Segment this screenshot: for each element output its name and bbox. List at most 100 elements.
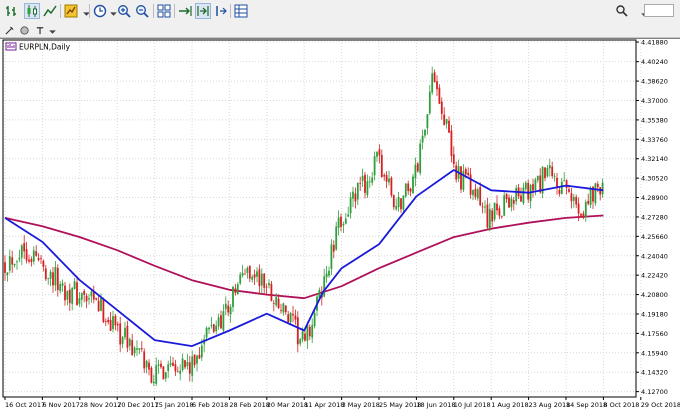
search-input[interactable]	[644, 4, 674, 17]
candle	[239, 271, 242, 286]
candle	[354, 187, 357, 209]
candle-body	[412, 176, 414, 193]
candle-body	[172, 362, 174, 366]
candle-body	[428, 91, 431, 114]
candle	[409, 187, 412, 197]
candle-body	[296, 317, 299, 345]
candle-body	[174, 364, 177, 372]
plot-border	[2, 39, 637, 398]
candle-body	[505, 193, 508, 200]
zoom-in-icon[interactable]	[116, 3, 132, 19]
candle-body	[400, 198, 402, 210]
candle-body	[510, 198, 513, 208]
candle-body	[222, 311, 225, 331]
candle	[42, 259, 45, 272]
candle-body	[476, 189, 479, 199]
price-chart[interactable]: 4.41880 4.40240 4.38620 4.37000 4.35380 4.337…	[0, 39, 680, 413]
y-tick-label: 4.30520	[641, 175, 668, 183]
candle-body	[344, 218, 347, 224]
candle	[443, 107, 446, 126]
candle	[359, 176, 362, 191]
y-tick-label: 4.27280	[641, 213, 668, 221]
candle-body	[4, 262, 6, 273]
candle-body	[114, 315, 117, 326]
candle	[323, 268, 326, 298]
candle-body	[301, 331, 304, 340]
x-tick-label: 28 Feb 2018	[229, 401, 269, 409]
tile-windows-icon[interactable]	[156, 3, 172, 19]
candle-body	[438, 87, 441, 104]
circle-tool-icon[interactable]	[18, 24, 30, 36]
candle-body	[217, 317, 220, 327]
candle	[179, 364, 182, 381]
candle	[385, 171, 388, 189]
candle	[11, 250, 14, 273]
candle	[28, 254, 30, 264]
candle	[448, 116, 450, 133]
candle-body	[220, 315, 222, 329]
templates-icon[interactable]	[233, 3, 249, 19]
candle-body	[11, 257, 14, 265]
candle-body	[284, 305, 287, 313]
candle	[328, 266, 330, 278]
candle	[330, 239, 333, 275]
chart-window[interactable]: 4.41880 4.40240 4.38620 4.37000 4.35380 4.337…	[0, 38, 680, 413]
candle-body	[68, 289, 71, 304]
x-tick-label: 28 Nov 2017	[80, 401, 122, 409]
candle	[248, 265, 251, 282]
candle	[572, 193, 575, 208]
candle-body	[498, 208, 501, 216]
tools-dropdown-icon[interactable]	[46, 25, 58, 37]
candle-body	[433, 72, 436, 83]
candle	[488, 203, 491, 232]
candle-body	[397, 196, 400, 208]
candle	[529, 183, 532, 209]
candle	[356, 182, 359, 206]
candle	[184, 359, 186, 370]
candle	[553, 173, 556, 182]
candle-body	[272, 303, 275, 304]
chart-shift-icon[interactable]	[195, 3, 211, 19]
candle-body	[210, 325, 213, 326]
candle	[8, 249, 11, 274]
x-tick-label: 20 Mar 2018	[267, 401, 308, 409]
candle-body	[378, 149, 381, 156]
candle	[6, 272, 9, 282]
zoom-out-icon[interactable]	[134, 3, 150, 19]
chevron-down-icon[interactable]	[80, 7, 92, 19]
candle	[49, 269, 52, 287]
candle-body	[416, 163, 419, 172]
text-tool-icon[interactable]	[34, 24, 46, 36]
candle-body	[546, 168, 549, 177]
candlestick-chart-icon[interactable]	[24, 3, 40, 19]
candle	[121, 335, 124, 349]
crosshair-tool-icon[interactable]	[3, 24, 15, 36]
bar-chart-icon[interactable]	[4, 3, 20, 19]
candle	[512, 196, 515, 211]
candle-body	[40, 257, 42, 259]
candle	[376, 151, 378, 162]
candle-body	[395, 205, 398, 210]
candle-body	[544, 167, 546, 179]
candle-body	[169, 362, 172, 365]
candle	[383, 173, 386, 181]
candle	[395, 198, 398, 211]
shift-end-icon[interactable]	[213, 3, 229, 19]
candle-body	[37, 257, 40, 260]
candle-body	[131, 340, 134, 356]
candle-body	[112, 316, 114, 329]
candle-body	[234, 288, 237, 294]
candle	[47, 277, 50, 285]
candle	[203, 334, 206, 353]
candle	[491, 208, 494, 227]
search-icon[interactable]	[614, 3, 630, 19]
candle-body	[421, 135, 424, 143]
line-chart-icon[interactable]	[42, 3, 58, 19]
candle-body	[71, 288, 74, 304]
candle-body	[294, 315, 297, 320]
indicators-icon[interactable]	[63, 3, 79, 19]
periods-icon[interactable]	[92, 3, 108, 19]
candle	[587, 193, 590, 206]
auto-scroll-icon[interactable]	[177, 3, 193, 19]
candle-body	[126, 325, 129, 348]
